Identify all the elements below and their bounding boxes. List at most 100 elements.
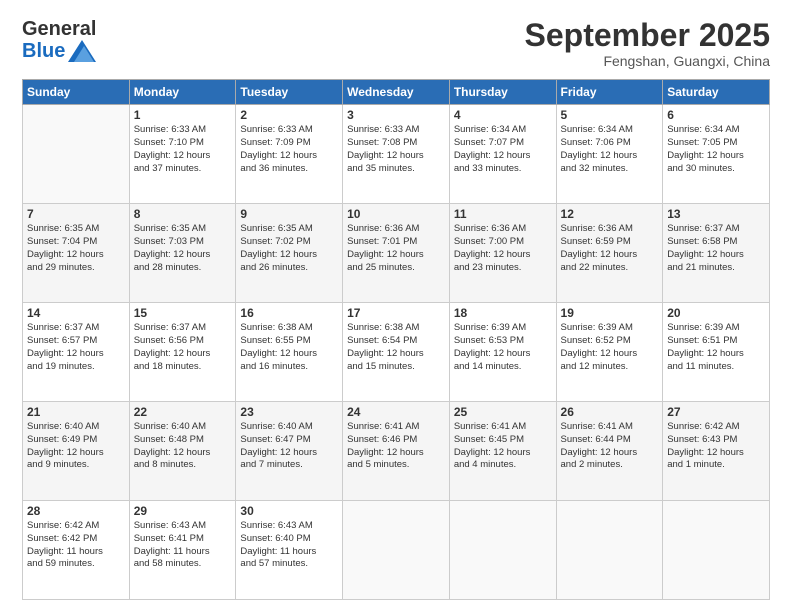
day-number: 5: [561, 108, 659, 122]
col-friday: Friday: [556, 80, 663, 105]
day-number: 30: [240, 504, 338, 518]
col-tuesday: Tuesday: [236, 80, 343, 105]
day-number: 16: [240, 306, 338, 320]
table-row: 19Sunrise: 6:39 AMSunset: 6:52 PMDayligh…: [556, 303, 663, 402]
table-row: 24 Sunrise: 6:41 AMSunset: 6:46 PMDayligh…: [343, 402, 450, 501]
day-number: 29: [134, 504, 232, 518]
calendar-week-row: 14Sunrise: 6:37 AMSunset: 6:57 PMDayligh…: [23, 303, 770, 402]
title-block: September 2025 Fengshan, Guangxi, China: [525, 18, 770, 69]
table-row: 29Sunrise: 6:43 AMSunset: 6:41 PMDayligh…: [129, 501, 236, 600]
cell-content: Sunrise: 6:36 AMSunset: 7:00 PMDaylight:…: [454, 223, 552, 274]
cell-content: Sunrise: 6:34 AMSunset: 7:05 PMDaylight:…: [667, 124, 765, 175]
cell-content: Sunrise: 6:39 AMSunset: 6:53 PMDaylight:…: [454, 322, 552, 373]
table-row: [556, 501, 663, 600]
cell-content: Sunrise: 6:42 AMSunset: 6:42 PMDaylight:…: [27, 520, 125, 571]
table-row: 26 Sunrise: 6:41 AMSunset: 6:44 PMDayligh…: [556, 402, 663, 501]
cell-content: Sunrise: 6:42 AMSunset: 6:43 PMDaylight:…: [667, 421, 765, 472]
table-row: 4Sunrise: 6:34 AMSunset: 7:07 PMDaylight…: [449, 105, 556, 204]
table-row: 3 Sunrise: 6:33 AMSunset: 7:08 PMDaylight…: [343, 105, 450, 204]
day-number: 6: [667, 108, 765, 122]
col-saturday: Saturday: [663, 80, 770, 105]
month-title: September 2025: [525, 18, 770, 53]
cell-content: Sunrise: 6:35 AMSunset: 7:03 PMDaylight:…: [134, 223, 232, 274]
day-number: 8: [134, 207, 232, 221]
col-wednesday: Wednesday: [343, 80, 450, 105]
cell-content: Sunrise: 6:38 AMSunset: 6:54 PMDaylight:…: [347, 322, 445, 373]
table-row: 27 Sunrise: 6:42 AMSunset: 6:43 PMDayligh…: [663, 402, 770, 501]
day-number: 9: [240, 207, 338, 221]
logo-general: General: [22, 18, 96, 40]
cell-content: Sunrise: 6:40 AMSunset: 6:48 PMDaylight:…: [134, 421, 232, 472]
calendar-week-row: 1 Sunrise: 6:33 AMSunset: 7:10 PMDaylight…: [23, 105, 770, 204]
col-sunday: Sunday: [23, 80, 130, 105]
calendar-week-row: 28 Sunrise: 6:42 AMSunset: 6:42 PMDayligh…: [23, 501, 770, 600]
table-row: 17Sunrise: 6:38 AMSunset: 6:54 PMDayligh…: [343, 303, 450, 402]
day-number: 2: [240, 108, 338, 122]
day-number: 13: [667, 207, 765, 221]
cell-content: Sunrise: 6:33 AMSunset: 7:09 PMDaylight:…: [240, 124, 338, 175]
table-row: 28 Sunrise: 6:42 AMSunset: 6:42 PMDayligh…: [23, 501, 130, 600]
cell-content: Sunrise: 6:35 AMSunset: 7:02 PMDaylight:…: [240, 223, 338, 274]
day-number: 23: [240, 405, 338, 419]
table-row: 10 Sunrise: 6:36 AMSunset: 7:01 PMDayligh…: [343, 204, 450, 303]
day-number: 28: [27, 504, 125, 518]
table-row: 22 Sunrise: 6:40 AMSunset: 6:48 PMDayligh…: [129, 402, 236, 501]
table-row: 15 Sunrise: 6:37 AMSunset: 6:56 PMDayligh…: [129, 303, 236, 402]
table-row: 14Sunrise: 6:37 AMSunset: 6:57 PMDayligh…: [23, 303, 130, 402]
table-row: 5 Sunrise: 6:34 AMSunset: 7:06 PMDaylight…: [556, 105, 663, 204]
table-row: 16Sunrise: 6:38 AMSunset: 6:55 PMDayligh…: [236, 303, 343, 402]
day-number: 12: [561, 207, 659, 221]
day-number: 4: [454, 108, 552, 122]
table-row: 8 Sunrise: 6:35 AMSunset: 7:03 PMDaylight…: [129, 204, 236, 303]
location-subtitle: Fengshan, Guangxi, China: [525, 53, 770, 69]
cell-content: Sunrise: 6:35 AMSunset: 7:04 PMDaylight:…: [27, 223, 125, 274]
day-number: 7: [27, 207, 125, 221]
cell-content: Sunrise: 6:37 AMSunset: 6:56 PMDaylight:…: [134, 322, 232, 373]
table-row: 21 Sunrise: 6:40 AMSunset: 6:49 PMDayligh…: [23, 402, 130, 501]
calendar-week-row: 7 Sunrise: 6:35 AMSunset: 7:04 PMDaylight…: [23, 204, 770, 303]
table-row: 6 Sunrise: 6:34 AMSunset: 7:05 PMDaylight…: [663, 105, 770, 204]
day-number: 1: [134, 108, 232, 122]
day-number: 24: [347, 405, 445, 419]
table-row: 1 Sunrise: 6:33 AMSunset: 7:10 PMDaylight…: [129, 105, 236, 204]
day-number: 22: [134, 405, 232, 419]
cell-content: Sunrise: 6:36 AMSunset: 6:59 PMDaylight:…: [561, 223, 659, 274]
table-row: 2 Sunrise: 6:33 AMSunset: 7:09 PMDaylight…: [236, 105, 343, 204]
day-number: 19: [561, 306, 659, 320]
cell-content: Sunrise: 6:43 AMSunset: 6:40 PMDaylight:…: [240, 520, 338, 571]
cell-content: Sunrise: 6:41 AMSunset: 6:44 PMDaylight:…: [561, 421, 659, 472]
table-row: 23 Sunrise: 6:40 AMSunset: 6:47 PMDayligh…: [236, 402, 343, 501]
calendar-header-row: Sunday Monday Tuesday Wednesday Thursday…: [23, 80, 770, 105]
day-number: 15: [134, 306, 232, 320]
table-row: 25Sunrise: 6:41 AMSunset: 6:45 PMDayligh…: [449, 402, 556, 501]
table-row: [663, 501, 770, 600]
logo: General Blue: [22, 18, 96, 62]
table-row: 13 Sunrise: 6:37 AMSunset: 6:58 PMDayligh…: [663, 204, 770, 303]
cell-content: Sunrise: 6:33 AMSunset: 7:10 PMDaylight:…: [134, 124, 232, 175]
day-number: 3: [347, 108, 445, 122]
table-row: 30 Sunrise: 6:43 AMSunset: 6:40 PMDayligh…: [236, 501, 343, 600]
table-row: 11 Sunrise: 6:36 AMSunset: 7:00 PMDayligh…: [449, 204, 556, 303]
cell-content: Sunrise: 6:41 AMSunset: 6:46 PMDaylight:…: [347, 421, 445, 472]
day-number: 26: [561, 405, 659, 419]
calendar-week-row: 21 Sunrise: 6:40 AMSunset: 6:49 PMDayligh…: [23, 402, 770, 501]
day-number: 21: [27, 405, 125, 419]
cell-content: Sunrise: 6:39 AMSunset: 6:51 PMDaylight:…: [667, 322, 765, 373]
cell-content: Sunrise: 6:34 AMSunset: 7:06 PMDaylight:…: [561, 124, 659, 175]
day-number: 27: [667, 405, 765, 419]
cell-content: Sunrise: 6:40 AMSunset: 6:47 PMDaylight:…: [240, 421, 338, 472]
cell-content: Sunrise: 6:33 AMSunset: 7:08 PMDaylight:…: [347, 124, 445, 175]
page: General Blue September 2025 Fengshan, Gu…: [0, 0, 792, 612]
col-thursday: Thursday: [449, 80, 556, 105]
day-number: 11: [454, 207, 552, 221]
cell-content: Sunrise: 6:37 AMSunset: 6:58 PMDaylight:…: [667, 223, 765, 274]
calendar-table: Sunday Monday Tuesday Wednesday Thursday…: [22, 79, 770, 600]
day-number: 10: [347, 207, 445, 221]
table-row: [449, 501, 556, 600]
cell-content: Sunrise: 6:41 AMSunset: 6:45 PMDaylight:…: [454, 421, 552, 472]
table-row: 12 Sunrise: 6:36 AMSunset: 6:59 PMDayligh…: [556, 204, 663, 303]
logo-icon: [68, 40, 96, 62]
table-row: [343, 501, 450, 600]
cell-content: Sunrise: 6:40 AMSunset: 6:49 PMDaylight:…: [27, 421, 125, 472]
cell-content: Sunrise: 6:36 AMSunset: 7:01 PMDaylight:…: [347, 223, 445, 274]
